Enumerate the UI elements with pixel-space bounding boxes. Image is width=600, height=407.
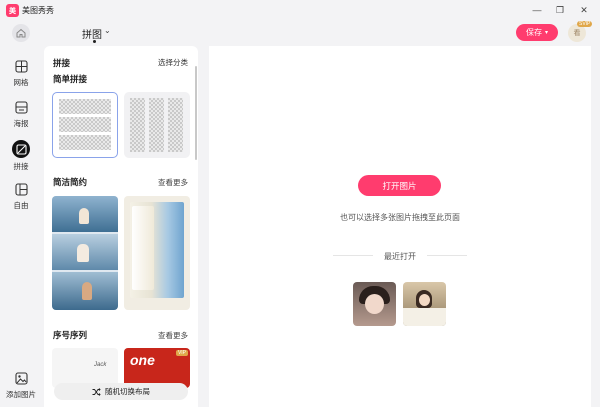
rail-label: 海报 bbox=[13, 119, 29, 128]
face bbox=[365, 294, 384, 314]
grid-icon bbox=[13, 58, 29, 74]
mode-indicator-dot bbox=[93, 40, 96, 43]
app-logo-text: 美 bbox=[9, 7, 16, 15]
sequence-more-link[interactable]: 查看更多 bbox=[158, 330, 188, 341]
app-logo: 美 bbox=[6, 4, 19, 17]
title-bar: 美 美图秀秀 — ❐ ✕ bbox=[0, 0, 600, 20]
layout-cell bbox=[130, 98, 145, 152]
rail-label: 添加图片 bbox=[6, 390, 36, 399]
figure bbox=[82, 282, 92, 300]
rail-item-grid[interactable]: 网格 bbox=[0, 58, 42, 88]
figure bbox=[79, 208, 89, 224]
sequence-template-thumb-2[interactable]: one VIP bbox=[124, 348, 190, 388]
minimal-section-title: 简洁简约 bbox=[53, 177, 88, 187]
thumb-script-text: Jack bbox=[94, 362, 107, 368]
close-button[interactable]: ✕ bbox=[577, 3, 591, 17]
face bbox=[419, 294, 430, 306]
restore-icon: ❐ bbox=[555, 4, 565, 15]
shuffle-label: 随机切换布局 bbox=[105, 387, 150, 396]
splice-icon bbox=[12, 140, 30, 158]
desk bbox=[403, 308, 446, 326]
rail-label: 拼接 bbox=[13, 162, 29, 171]
figure bbox=[77, 244, 89, 262]
thumb-vip-badge: VIP bbox=[175, 350, 188, 356]
simple-section-title: 简单拼接 bbox=[53, 74, 88, 84]
vip-badge: SVIP bbox=[577, 21, 593, 27]
home-icon bbox=[16, 28, 26, 38]
freeform-icon bbox=[13, 181, 29, 197]
recent-label: 最近打开 bbox=[384, 252, 416, 261]
home-button[interactable] bbox=[12, 24, 30, 42]
main-canvas[interactable]: 打开图片 也可以选择多张图片拖拽至此页面 最近打开 bbox=[209, 46, 591, 407]
sequence-template-thumb-1[interactable]: Jack bbox=[52, 348, 118, 388]
layout-vertical-tile[interactable] bbox=[124, 92, 190, 158]
panel-title: 拼接 bbox=[53, 58, 71, 68]
rail-item-poster[interactable]: 海报 bbox=[0, 99, 42, 129]
rail-item-add-image[interactable]: 添加图片 bbox=[0, 370, 42, 400]
shuffle-icon bbox=[92, 387, 101, 396]
panel-scrollbar[interactable] bbox=[195, 66, 197, 160]
top-header: 拼图 ⌄ 保存 ▾ 看 SVIP bbox=[0, 20, 600, 46]
recent-photo-2[interactable] bbox=[403, 282, 446, 326]
app-title: 美图秀秀 bbox=[22, 6, 54, 15]
thumb-title-text: one bbox=[130, 352, 155, 368]
minimal-more-link[interactable]: 查看更多 bbox=[158, 177, 188, 188]
left-rail: 网格 海报 拼接 自由 添加图片 bbox=[0, 46, 42, 407]
layout-cell bbox=[59, 117, 111, 132]
save-button[interactable]: 保存 ▾ bbox=[516, 24, 558, 41]
photo-curtain bbox=[132, 206, 154, 290]
recent-photo-1[interactable] bbox=[353, 282, 396, 326]
rail-item-splice[interactable]: 拼接 bbox=[0, 140, 42, 172]
restore-button[interactable]: ❐ bbox=[553, 3, 567, 17]
template-panel: 拼接 选择分类 简单拼接 简洁简约 查看更多 序号序列 查看更多 Jack on… bbox=[44, 46, 198, 407]
layout-cell bbox=[149, 98, 164, 152]
sequence-section-title: 序号序列 bbox=[53, 330, 88, 340]
mode-dropdown[interactable]: 拼图 bbox=[82, 26, 102, 41]
rail-label: 自由 bbox=[13, 201, 29, 210]
avatar-text: 看 bbox=[573, 30, 581, 37]
open-image-button[interactable]: 打开图片 bbox=[358, 175, 441, 196]
rail-label: 网格 bbox=[13, 78, 29, 87]
poster-icon bbox=[13, 99, 29, 115]
choose-category-link[interactable]: 选择分类 bbox=[158, 57, 188, 68]
drag-hint: 也可以选择多张图片拖拽至此页面 bbox=[340, 213, 460, 222]
layout-cell bbox=[59, 99, 111, 114]
layout-horizontal-tile[interactable] bbox=[52, 92, 118, 158]
save-label: 保存 bbox=[525, 28, 542, 37]
add-image-icon bbox=[13, 370, 29, 386]
minimal-template-thumb-1[interactable] bbox=[52, 196, 118, 310]
rail-item-freeform[interactable]: 自由 bbox=[0, 181, 42, 211]
save-chevron-icon: ▾ bbox=[544, 30, 548, 36]
close-icon: ✕ bbox=[580, 4, 588, 15]
minimize-icon: — bbox=[532, 5, 542, 15]
shuffle-layout-button[interactable]: 随机切换布局 bbox=[54, 383, 188, 400]
minimal-template-thumb-2[interactable] bbox=[124, 196, 190, 310]
chevron-down-icon[interactable]: ⌄ bbox=[104, 26, 111, 35]
layout-cell bbox=[59, 135, 111, 150]
minimize-button[interactable]: — bbox=[530, 3, 544, 17]
layout-cell bbox=[168, 98, 183, 152]
